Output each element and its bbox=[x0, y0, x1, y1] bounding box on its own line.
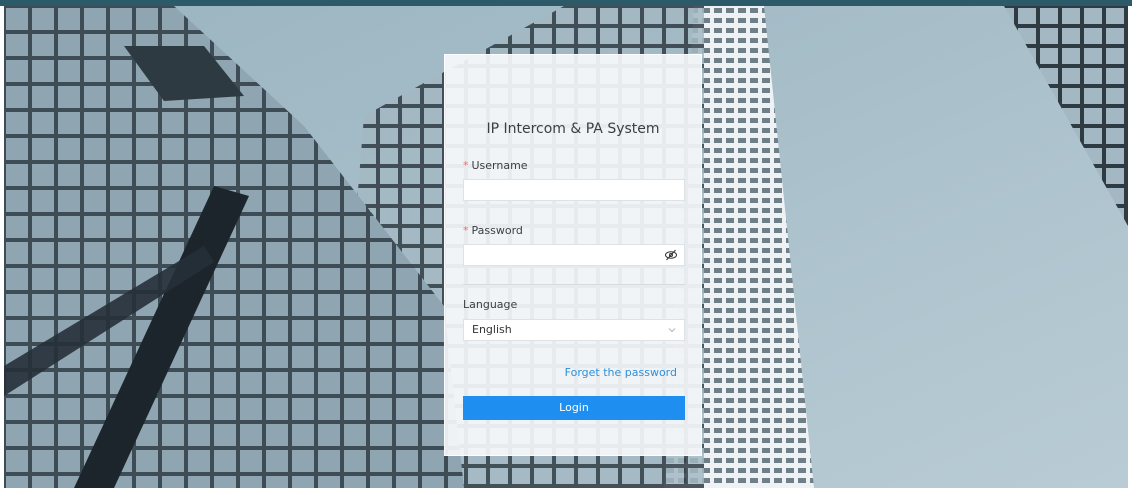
page-title: IP Intercom & PA System bbox=[486, 121, 660, 137]
required-mark: * bbox=[463, 159, 469, 172]
username-label: * Username bbox=[463, 159, 528, 172]
language-label: Language bbox=[463, 298, 518, 311]
login-button[interactable]: Login bbox=[463, 396, 685, 420]
divider bbox=[463, 284, 685, 285]
username-input[interactable] bbox=[463, 179, 685, 201]
login-card: IP Intercom & PA System * Username * Passw… bbox=[444, 54, 702, 456]
forgot-password-link[interactable]: Forget the password bbox=[565, 366, 677, 379]
eye-slash-icon[interactable] bbox=[664, 248, 678, 262]
password-input[interactable] bbox=[463, 244, 685, 266]
language-select[interactable]: English bbox=[463, 319, 685, 341]
chevron-down-icon bbox=[668, 328, 676, 333]
password-label: * Password bbox=[463, 224, 523, 237]
required-mark: * bbox=[463, 224, 469, 237]
